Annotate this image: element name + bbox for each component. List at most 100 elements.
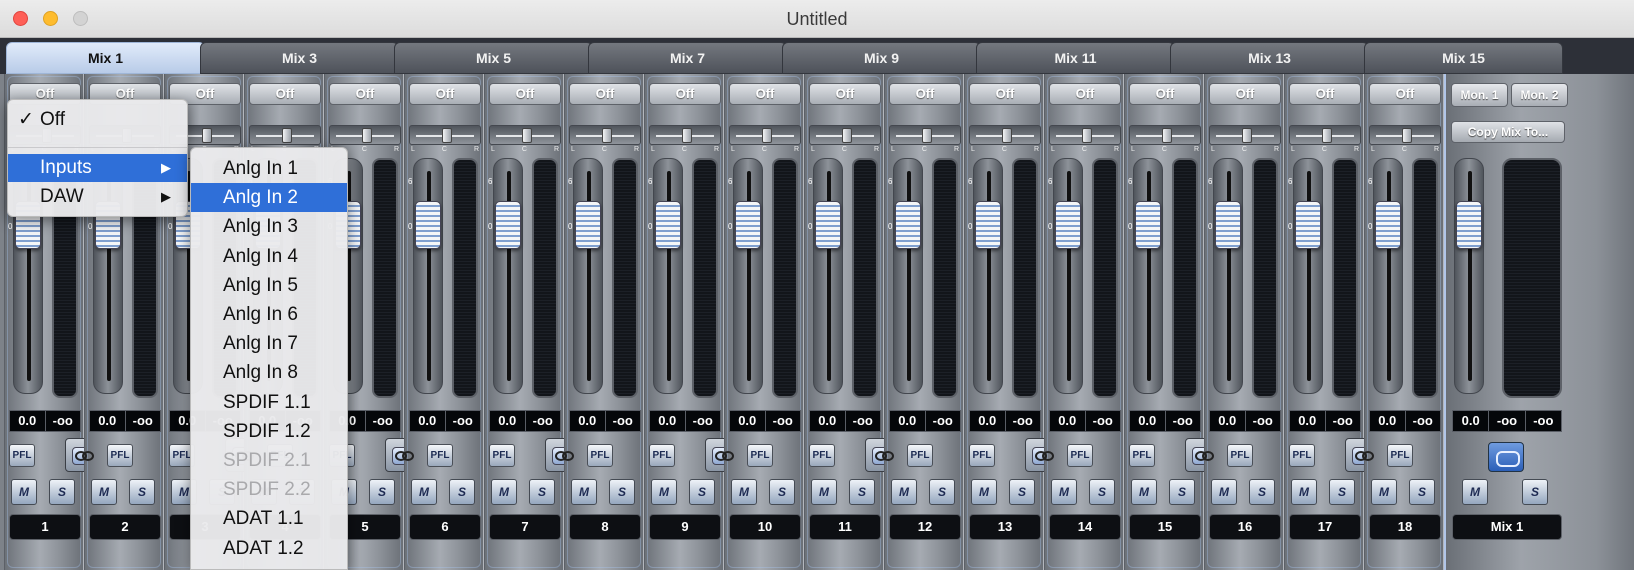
pfl-button[interactable]: PFL: [1387, 444, 1413, 467]
pan-knob[interactable]: [602, 128, 612, 143]
solo-button[interactable]: S: [1009, 479, 1035, 505]
channel-fader[interactable]: [1053, 158, 1083, 394]
channel-fader[interactable]: [893, 158, 923, 394]
fader-cap[interactable]: [895, 201, 921, 249]
submenu-item[interactable]: Anlg In 5: [191, 271, 347, 300]
pfl-button[interactable]: PFL: [427, 444, 453, 467]
channel-source-button[interactable]: Off: [809, 83, 881, 105]
mon1-button[interactable]: Mon. 1: [1451, 83, 1508, 107]
channel-fader[interactable]: [1373, 158, 1403, 394]
menu-item-inputs[interactable]: Inputs ▶: [8, 154, 187, 182]
fader-cap[interactable]: [1295, 201, 1321, 249]
channel-source-button[interactable]: Off: [329, 83, 401, 105]
mute-button[interactable]: M: [491, 479, 517, 505]
mute-button[interactable]: M: [91, 479, 117, 505]
mute-button[interactable]: M: [1371, 479, 1397, 505]
channel-fader[interactable]: [973, 158, 1003, 394]
pan-slider[interactable]: [969, 125, 1041, 145]
channel-source-button[interactable]: Off: [889, 83, 961, 105]
pfl-button[interactable]: PFL: [809, 444, 835, 467]
pan-knob[interactable]: [1162, 128, 1172, 143]
submenu-item[interactable]: SPDIF 1.1: [191, 388, 347, 417]
copy-mix-button[interactable]: Copy Mix To...: [1451, 121, 1565, 143]
solo-button[interactable]: S: [129, 479, 155, 505]
pan-knob[interactable]: [202, 128, 212, 143]
mute-button[interactable]: M: [891, 479, 917, 505]
pan-slider[interactable]: [889, 125, 961, 145]
fader-cap[interactable]: [495, 201, 521, 249]
channel-source-button[interactable]: Off: [1369, 83, 1441, 105]
pan-slider[interactable]: [489, 125, 561, 145]
channel-fader[interactable]: [493, 158, 523, 394]
submenu-item[interactable]: Anlg In 4: [191, 242, 347, 271]
channel-source-button[interactable]: Off: [649, 83, 721, 105]
pfl-button[interactable]: PFL: [587, 444, 613, 467]
tab-mix-7[interactable]: Mix 7: [588, 42, 787, 74]
mon2-button[interactable]: Mon. 2: [1511, 83, 1568, 107]
solo-button[interactable]: S: [529, 479, 555, 505]
master-link-button[interactable]: [1488, 442, 1524, 472]
solo-button[interactable]: S: [849, 479, 875, 505]
channel-source-button[interactable]: Off: [1289, 83, 1361, 105]
submenu-item[interactable]: ADAT 1.2: [191, 534, 347, 563]
mute-button[interactable]: M: [1131, 479, 1157, 505]
solo-button[interactable]: S: [1249, 479, 1275, 505]
tab-mix-3[interactable]: Mix 3: [200, 42, 399, 74]
tab-mix-1[interactable]: Mix 1: [6, 42, 205, 74]
fader-cap[interactable]: [655, 201, 681, 249]
submenu-item[interactable]: Anlg In 8: [191, 358, 347, 387]
channel-fader[interactable]: [1293, 158, 1323, 394]
solo-button[interactable]: S: [769, 479, 795, 505]
tab-mix-5[interactable]: Mix 5: [394, 42, 593, 74]
mute-button[interactable]: M: [731, 479, 757, 505]
fader-cap[interactable]: [1135, 201, 1161, 249]
submenu-item[interactable]: Anlg In 6: [191, 300, 347, 329]
pan-knob[interactable]: [282, 128, 292, 143]
pfl-button[interactable]: PFL: [107, 444, 133, 467]
pan-knob[interactable]: [1322, 128, 1332, 143]
pan-slider[interactable]: [1289, 125, 1361, 145]
tab-mix-15[interactable]: Mix 15: [1364, 42, 1563, 74]
pan-slider[interactable]: [569, 125, 641, 145]
menu-item-off[interactable]: ✓ Off: [8, 106, 187, 134]
pfl-button[interactable]: PFL: [649, 444, 675, 467]
channel-source-button[interactable]: Off: [409, 83, 481, 105]
fader-cap[interactable]: [975, 201, 1001, 249]
tab-mix-11[interactable]: Mix 11: [976, 42, 1175, 74]
fader-cap[interactable]: [1055, 201, 1081, 249]
submenu-item[interactable]: SPDIF 1.2: [191, 417, 347, 446]
pfl-button[interactable]: PFL: [1289, 444, 1315, 467]
pan-knob[interactable]: [442, 128, 452, 143]
mute-button[interactable]: M: [11, 479, 37, 505]
pan-slider[interactable]: [649, 125, 721, 145]
pan-knob[interactable]: [522, 128, 532, 143]
channel-source-button[interactable]: Off: [249, 83, 321, 105]
pfl-button[interactable]: PFL: [9, 444, 35, 467]
solo-button[interactable]: S: [49, 479, 75, 505]
solo-button[interactable]: S: [369, 479, 395, 505]
mute-button[interactable]: M: [1291, 479, 1317, 505]
mute-button[interactable]: M: [971, 479, 997, 505]
pan-slider[interactable]: [409, 125, 481, 145]
pan-knob[interactable]: [682, 128, 692, 143]
mute-button[interactable]: M: [411, 479, 437, 505]
channel-fader[interactable]: [813, 158, 843, 394]
channel-fader[interactable]: [413, 158, 443, 394]
channel-source-button[interactable]: Off: [1209, 83, 1281, 105]
pfl-button[interactable]: PFL: [489, 444, 515, 467]
channel-fader[interactable]: [573, 158, 603, 394]
pan-knob[interactable]: [362, 128, 372, 143]
pan-slider[interactable]: [1129, 125, 1201, 145]
pan-knob[interactable]: [1082, 128, 1092, 143]
solo-button[interactable]: S: [1409, 479, 1435, 505]
pan-knob[interactable]: [1242, 128, 1252, 143]
submenu-item[interactable]: Anlg In 1: [191, 154, 347, 183]
pan-slider[interactable]: [1369, 125, 1441, 145]
pfl-button[interactable]: PFL: [1067, 444, 1093, 467]
pan-slider[interactable]: [1209, 125, 1281, 145]
pfl-button[interactable]: PFL: [747, 444, 773, 467]
pfl-button[interactable]: PFL: [969, 444, 995, 467]
mute-button[interactable]: M: [811, 479, 837, 505]
tab-mix-13[interactable]: Mix 13: [1170, 42, 1369, 74]
submenu-item[interactable]: ADAT 1.1: [191, 504, 347, 533]
